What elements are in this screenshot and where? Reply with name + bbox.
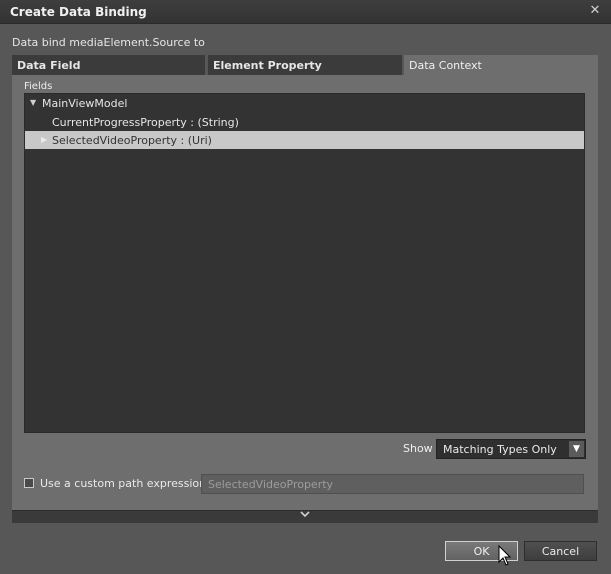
collapsed-arrow-icon[interactable]: ▶ [41, 135, 47, 144]
tree-item-mainviewmodel[interactable]: ▼ MainViewModel [25, 94, 584, 112]
title-bar: Create Data Binding ✕ [0, 0, 611, 24]
chevron-down-icon [299, 510, 311, 523]
tab-element-property[interactable]: Element Property [208, 55, 402, 75]
tree-item-label: CurrentProgressProperty : (String) [52, 116, 239, 129]
fields-label: Fields [24, 81, 53, 92]
close-icon[interactable]: ✕ [587, 3, 603, 19]
tab-strip: Data Field Element Property Data Context [12, 55, 598, 75]
show-filter-value: Matching Types Only [443, 443, 557, 456]
fields-tree[interactable]: ▼ MainViewModel CurrentProgressProperty … [24, 93, 585, 433]
custom-path-input[interactable]: SelectedVideoProperty [201, 474, 584, 494]
show-filter-select[interactable]: Matching Types Only ▼ [436, 439, 586, 459]
expand-arrow-icon[interactable]: ▼ [30, 98, 36, 107]
custom-path-label[interactable]: Use a custom path expression [40, 477, 206, 490]
chevron-down-icon[interactable]: ▼ [569, 441, 584, 457]
tree-item-label: SelectedVideoProperty : (Uri) [52, 134, 212, 147]
show-label: Show [403, 442, 433, 455]
tree-item-label: MainViewModel [42, 97, 128, 110]
tab-data-field[interactable]: Data Field [12, 55, 205, 75]
cancel-button[interactable]: Cancel [524, 541, 597, 561]
tab-data-context[interactable]: Data Context [404, 55, 598, 75]
custom-path-checkbox[interactable] [24, 478, 34, 488]
binding-target-label: Data bind mediaElement.Source to [12, 36, 205, 49]
tree-item-selected-video[interactable]: ▶ SelectedVideoProperty : (Uri) [25, 131, 584, 149]
advanced-properties-expander[interactable] [12, 510, 598, 523]
mouse-pointer-icon [498, 545, 512, 566]
dialog-title: Create Data Binding [10, 5, 147, 19]
tree-item-current-progress[interactable]: CurrentProgressProperty : (String) [25, 113, 584, 131]
data-context-panel: Fields ▼ MainViewModel CurrentProgressPr… [12, 75, 598, 512]
